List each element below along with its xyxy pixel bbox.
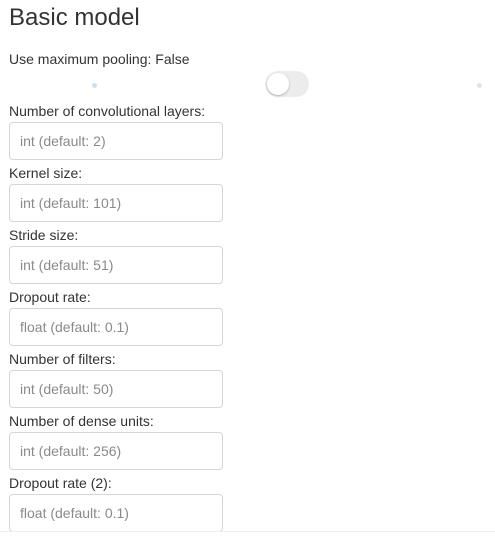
- conv-layers-label: Number of convolutional layers:: [9, 103, 206, 119]
- dense-units-input[interactable]: [9, 432, 223, 470]
- max-pooling-label: Use maximum pooling: False: [9, 51, 190, 67]
- field-dropout-rate: Dropout rate:: [9, 286, 223, 348]
- field-num-filters: Number of filters:: [9, 348, 223, 410]
- kernel-size-input[interactable]: [9, 184, 223, 222]
- dropout-rate-2-input[interactable]: [9, 494, 223, 532]
- dropout-rate-2-label: Dropout rate (2):: [9, 475, 112, 491]
- field-kernel-size: Kernel size:: [9, 162, 223, 224]
- field-dropout-rate-2: Dropout rate (2):: [9, 472, 223, 534]
- toggle-knob[interactable]: [267, 73, 289, 95]
- field-conv-layers: Number of convolutional layers:: [9, 100, 223, 162]
- field-stride-size: Stride size:: [9, 224, 223, 286]
- max-pooling-toggle[interactable]: [265, 71, 309, 97]
- field-dense-units: Number of dense units:: [9, 410, 223, 472]
- bottom-divider: [0, 531, 495, 532]
- page-title: Basic model: [9, 4, 140, 31]
- slider-end-dot: [477, 83, 482, 88]
- dropout-rate-label: Dropout rate:: [9, 289, 91, 305]
- stride-size-input[interactable]: [9, 246, 223, 284]
- parameter-form: Number of convolutional layers: Kernel s…: [9, 100, 223, 534]
- num-filters-input[interactable]: [9, 370, 223, 408]
- num-filters-label: Number of filters:: [9, 351, 116, 367]
- dense-units-label: Number of dense units:: [9, 413, 154, 429]
- conv-layers-input[interactable]: [9, 122, 223, 160]
- basic-model-panel: Basic model Use maximum pooling: False N…: [0, 0, 495, 547]
- stride-size-label: Stride size:: [9, 227, 79, 243]
- dropout-rate-input[interactable]: [9, 308, 223, 346]
- kernel-size-label: Kernel size:: [9, 165, 83, 181]
- slider-start-dot: [92, 83, 97, 88]
